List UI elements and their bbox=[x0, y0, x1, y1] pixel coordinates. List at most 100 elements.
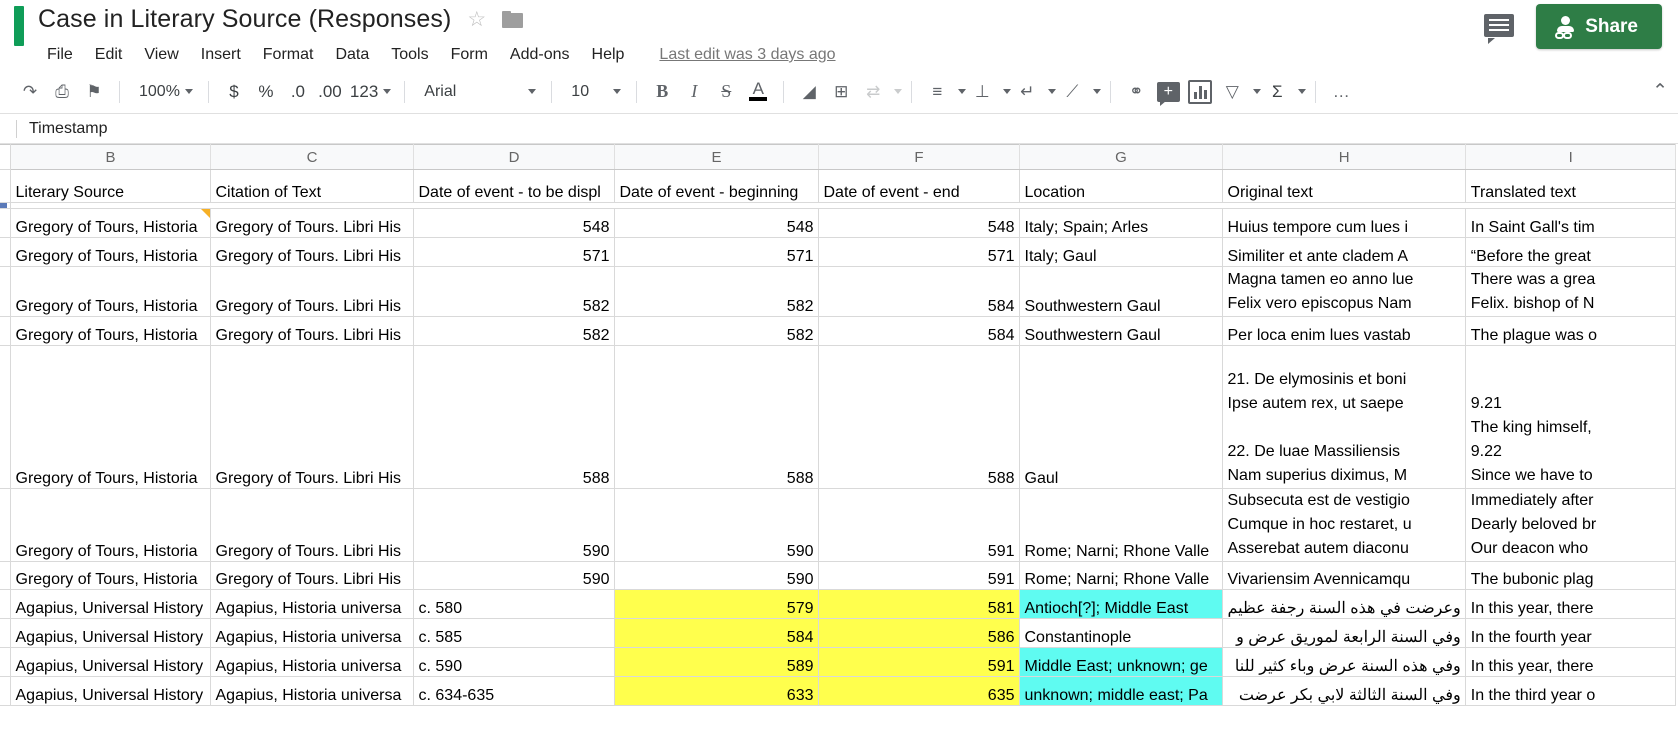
share-button[interactable]: Share bbox=[1536, 4, 1662, 49]
grid-cell[interactable]: 633 bbox=[614, 676, 819, 706]
grid-cell[interactable]: Gregory of Tours. Libri His bbox=[210, 561, 414, 590]
grid-cell[interactable]: وفي السنة الرابعة لموريق عرض و bbox=[1222, 618, 1466, 648]
grid-cell[interactable]: Agapius, Universal History bbox=[10, 647, 211, 677]
grid-cell[interactable]: Gregory of Tours. Libri His bbox=[210, 237, 414, 267]
strikethrough-button[interactable]: S bbox=[710, 76, 742, 108]
grid-cell[interactable]: Similiter et ante cladem A bbox=[1222, 237, 1466, 267]
font-size-selector[interactable]: 10 bbox=[561, 77, 627, 107]
field-header-cell[interactable]: Location bbox=[1019, 169, 1223, 203]
row-gutter[interactable] bbox=[0, 208, 11, 238]
filter-icon[interactable]: ▽ bbox=[1216, 76, 1248, 108]
print-icon[interactable]: ⎙ bbox=[46, 76, 78, 108]
grid-cell[interactable]: 548 bbox=[614, 208, 819, 238]
menu-item-view[interactable]: View bbox=[133, 43, 189, 67]
text-wrap-icon[interactable]: ↵ bbox=[1011, 76, 1043, 108]
redo-icon[interactable]: ↷ bbox=[14, 76, 46, 108]
menu-item-add-ons[interactable]: Add-ons bbox=[499, 43, 581, 67]
grid-cell[interactable]: Agapius, Historia universa bbox=[210, 618, 414, 648]
fill-color-icon[interactable]: ◢ bbox=[793, 76, 825, 108]
grid-cell[interactable]: 9.21 The king himself, 9.22 Since we hav… bbox=[1465, 345, 1676, 489]
grid-cell[interactable]: 548 bbox=[413, 208, 615, 238]
column-header-d[interactable]: D bbox=[413, 144, 615, 170]
vertical-align-icon[interactable]: ⊥ bbox=[966, 76, 998, 108]
field-header-cell[interactable]: Date of event - to be displ bbox=[413, 169, 615, 203]
grid-cell[interactable]: 591 bbox=[818, 561, 1020, 590]
row-gutter[interactable] bbox=[0, 676, 11, 706]
field-header-cell[interactable]: Original text bbox=[1222, 169, 1466, 203]
field-header-cell[interactable]: Citation of Text bbox=[210, 169, 414, 203]
grid-cell[interactable]: 588 bbox=[614, 345, 819, 489]
grid-cell[interactable]: Gregory of Tours, Historia bbox=[10, 561, 211, 590]
chevron-down-icon[interactable] bbox=[1093, 89, 1102, 94]
field-header-cell[interactable]: Literary Source bbox=[10, 169, 211, 203]
grid-cell[interactable]: Gregory of Tours. Libri His bbox=[210, 266, 414, 317]
grid-cell[interactable]: Gregory of Tours, Historia bbox=[10, 266, 211, 317]
column-header-h[interactable]: H bbox=[1222, 144, 1466, 170]
field-header-cell[interactable]: Date of event - beginning bbox=[614, 169, 819, 203]
grid-cell[interactable]: 584 bbox=[818, 266, 1020, 317]
grid-cell[interactable]: 582 bbox=[614, 316, 819, 346]
column-header-e[interactable]: E bbox=[614, 144, 819, 170]
font-family-selector[interactable]: Arial bbox=[414, 77, 542, 107]
grid-cell[interactable]: Agapius, Historia universa bbox=[210, 589, 414, 619]
chevron-down-icon[interactable] bbox=[894, 89, 903, 94]
formula-input[interactable] bbox=[28, 119, 1678, 138]
menu-item-insert[interactable]: Insert bbox=[190, 43, 252, 67]
grid-cell[interactable]: وفي هذه السنة عرض وباء كثير للنا bbox=[1222, 647, 1466, 677]
grid-cell[interactable]: Magna tamen eo anno lue Felix vero episc… bbox=[1222, 266, 1466, 317]
grid-cell[interactable]: Gregory of Tours. Libri His bbox=[210, 316, 414, 346]
grid-cell[interactable]: In Saint Gall's tim bbox=[1465, 208, 1676, 238]
grid-cell[interactable]: There was a grea Felix. bishop of N bbox=[1465, 266, 1676, 317]
grid-cell[interactable]: c. 585 bbox=[413, 618, 615, 648]
grid-cell[interactable]: Italy; Spain; Arles bbox=[1019, 208, 1223, 238]
grid-cell[interactable]: Southwestern Gaul bbox=[1019, 266, 1223, 317]
percent-format-button[interactable]: % bbox=[250, 76, 282, 108]
grid-cell[interactable]: The bubonic plag bbox=[1465, 561, 1676, 590]
grid-cell[interactable]: 548 bbox=[818, 208, 1020, 238]
horizontal-align-icon[interactable]: ≡ bbox=[921, 76, 953, 108]
insert-chart-icon[interactable] bbox=[1184, 76, 1216, 108]
grid-cell[interactable]: وفي السنة الثالثة لابي بكر عرضت bbox=[1222, 676, 1466, 706]
grid-cell[interactable]: 635 bbox=[818, 676, 1020, 706]
zoom-selector[interactable]: 100% bbox=[129, 77, 199, 107]
grid-cell[interactable]: 584 bbox=[614, 618, 819, 648]
chevron-down-icon[interactable] bbox=[1048, 89, 1057, 94]
grid-cell[interactable]: 591 bbox=[818, 488, 1020, 562]
grid-cell[interactable]: c. 634-635 bbox=[413, 676, 615, 706]
grid-cell[interactable]: Rome; Narni; Rhone Valle bbox=[1019, 561, 1223, 590]
row-gutter[interactable] bbox=[0, 169, 11, 203]
text-rotation-icon[interactable]: ⟋ bbox=[1056, 76, 1088, 108]
grid-cell[interactable]: 571 bbox=[818, 237, 1020, 267]
grid-cell[interactable]: Constantinople bbox=[1019, 618, 1223, 648]
note-marker-icon[interactable] bbox=[200, 209, 209, 218]
grid-cell[interactable]: Agapius, Universal History bbox=[10, 589, 211, 619]
folder-icon[interactable] bbox=[502, 10, 524, 28]
grid-cell[interactable]: 588 bbox=[818, 345, 1020, 489]
functions-icon[interactable]: Σ bbox=[1261, 76, 1293, 108]
grid-cell[interactable]: In the fourth year bbox=[1465, 618, 1676, 648]
italic-button[interactable]: I bbox=[678, 76, 710, 108]
grid-cell[interactable]: 591 bbox=[818, 647, 1020, 677]
grid-cell[interactable]: Gregory of Tours. Libri His bbox=[210, 488, 414, 562]
grid-cell[interactable]: 589 bbox=[614, 647, 819, 677]
grid-cell[interactable]: 581 bbox=[818, 589, 1020, 619]
number-format-selector[interactable]: 123 bbox=[346, 76, 395, 108]
add-comment-icon[interactable]: + bbox=[1152, 76, 1184, 108]
grid-cell[interactable]: Vivariensim Avennicamqu bbox=[1222, 561, 1466, 590]
menu-item-data[interactable]: Data bbox=[324, 43, 380, 67]
menu-item-file[interactable]: File bbox=[38, 43, 84, 67]
grid-cell[interactable]: 590 bbox=[614, 561, 819, 590]
grid-cell[interactable]: Middle East; unknown; ge bbox=[1019, 647, 1223, 677]
spreadsheet-grid[interactable]: BCDEFGHI Literary Source Citation of Text… bbox=[0, 144, 1678, 710]
grid-cell[interactable]: 584 bbox=[818, 316, 1020, 346]
borders-icon[interactable]: ⊞ bbox=[825, 76, 857, 108]
row-gutter[interactable] bbox=[0, 316, 11, 346]
row-gutter[interactable] bbox=[0, 561, 11, 590]
grid-cell[interactable]: 21. De elymosinis et boni Ipse autem rex… bbox=[1222, 345, 1466, 489]
grid-cell[interactable]: وعرضت في هذه السنة رجفة عظيم bbox=[1222, 589, 1466, 619]
grid-corner[interactable] bbox=[0, 144, 11, 170]
grid-cell[interactable]: In the third year o bbox=[1465, 676, 1676, 706]
grid-cell[interactable]: 571 bbox=[413, 237, 615, 267]
merge-cells-icon[interactable]: ⇄ bbox=[857, 76, 889, 108]
column-header-c[interactable]: C bbox=[210, 144, 414, 170]
